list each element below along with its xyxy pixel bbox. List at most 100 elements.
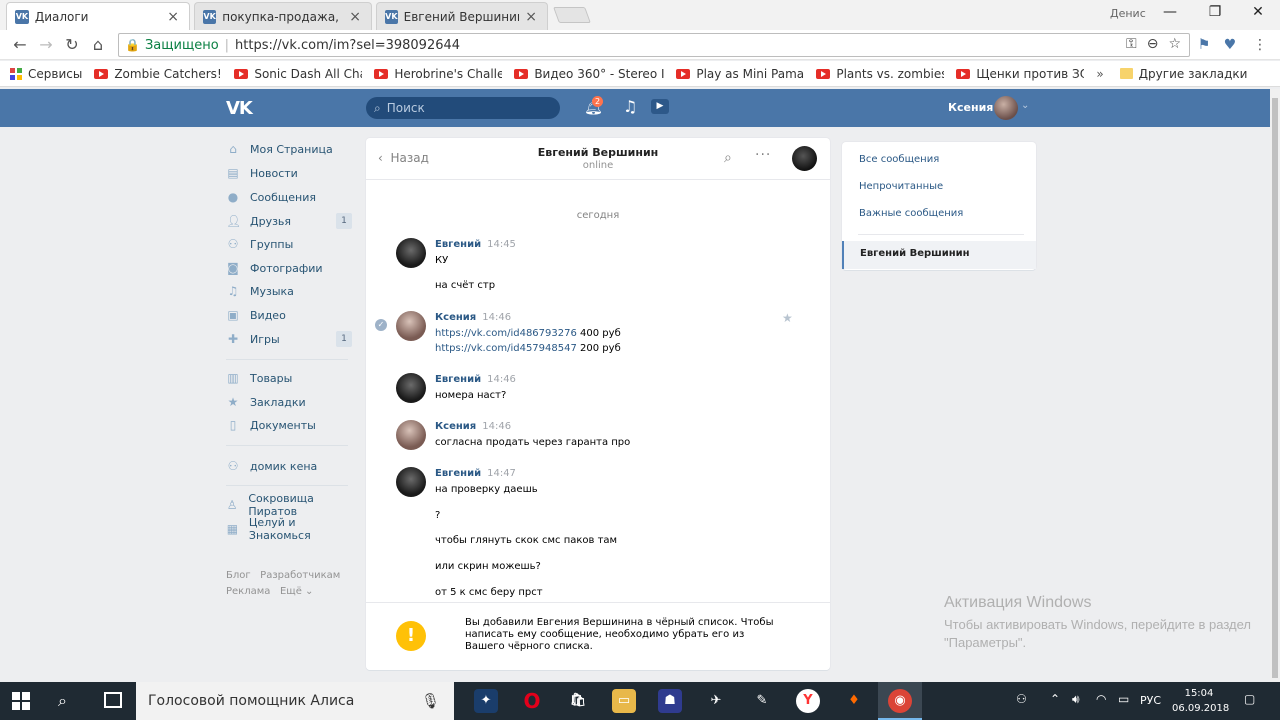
filter-important[interactable]: Важные сообщения bbox=[859, 208, 963, 219]
yandex-browser-icon[interactable]: Y bbox=[796, 689, 820, 713]
chevron-down-icon[interactable]: ⌄ bbox=[1021, 100, 1029, 111]
sidebar-item-groups[interactable]: ⚇ Группы bbox=[226, 233, 352, 255]
address-bar[interactable]: 🔒 Защищено | https://vk.com/im?sel=39809… bbox=[118, 33, 1190, 57]
task-view-icon[interactable] bbox=[104, 692, 122, 708]
tab-purchase-sale[interactable]: VK покупка-продажа, купля × bbox=[194, 2, 372, 30]
file-explorer-icon[interactable]: ▭ bbox=[612, 689, 636, 713]
avatar[interactable] bbox=[994, 96, 1018, 120]
sidebar-item-news[interactable]: ▤ Новости bbox=[226, 162, 352, 184]
footer-link-ads[interactable]: Реклама bbox=[226, 586, 270, 597]
filter-unread[interactable]: Непрочитанные bbox=[859, 181, 943, 192]
music-note-icon[interactable]: ♫ bbox=[623, 97, 637, 116]
key-icon[interactable]: ⚿ bbox=[1126, 36, 1137, 52]
notifications-icon[interactable]: ▢ bbox=[1244, 692, 1255, 706]
forward-arrow-icon[interactable]: → bbox=[36, 35, 56, 55]
sidebar-item-pirates[interactable]: ♙ Сокровища Пиратов bbox=[226, 492, 352, 518]
footer-link-blog[interactable]: Блог bbox=[226, 570, 251, 581]
bookmarks-more-button[interactable]: » bbox=[1096, 67, 1103, 81]
avatar[interactable] bbox=[396, 467, 426, 497]
avatar[interactable] bbox=[396, 373, 426, 403]
battery-icon[interactable]: ▭ bbox=[1118, 692, 1129, 706]
avatar[interactable] bbox=[396, 238, 426, 268]
close-icon[interactable]: × bbox=[349, 9, 361, 25]
author-name[interactable]: Ксения bbox=[435, 312, 476, 323]
message-link[interactable]: https://vk.com/id457948547 bbox=[435, 343, 577, 354]
assistant-search-box[interactable]: Голосовой помощник Алиса 🎙︎ bbox=[136, 682, 454, 720]
bookmark-item[interactable]: Щенки против ЗОМ bbox=[956, 67, 1084, 81]
avatar[interactable] bbox=[396, 311, 426, 341]
star-icon[interactable]: ★ bbox=[782, 311, 793, 325]
sidebar-item-games[interactable]: ✚ Игры 1 bbox=[226, 328, 352, 350]
extension-flag-icon[interactable]: ⚑ bbox=[1194, 35, 1214, 55]
window-user-name[interactable]: Денис bbox=[1110, 7, 1146, 20]
system-clock[interactable]: 15:04 06.09.2018 bbox=[1172, 686, 1229, 716]
microphone-icon[interactable]: 🎙︎ bbox=[421, 692, 440, 710]
language-indicator[interactable]: РУС bbox=[1140, 694, 1161, 707]
scrollbar-thumb[interactable] bbox=[1272, 98, 1278, 678]
sidebar-item-photos[interactable]: ◙ Фотографии bbox=[226, 257, 352, 279]
more-icon[interactable]: ··· bbox=[755, 147, 771, 163]
message-link[interactable]: https://vk.com/id486793276 bbox=[435, 328, 577, 339]
taskbar-app-icon[interactable]: ✦ bbox=[474, 689, 498, 713]
sidebar-item-goods[interactable]: ▥ Товары bbox=[226, 367, 352, 389]
bookmark-item[interactable]: Sonic Dash All Chara bbox=[234, 67, 362, 81]
bookmark-item[interactable]: Zombie Catchers! Tra bbox=[94, 67, 222, 81]
close-window-icon[interactable]: ✕ bbox=[1248, 4, 1268, 20]
back-arrow-icon[interactable]: ← bbox=[10, 35, 30, 55]
bookmark-item[interactable]: Видео 360° - Stereo I bbox=[514, 67, 664, 81]
sidebar-item-video[interactable]: ▣ Видео bbox=[226, 304, 352, 326]
zoom-icon[interactable]: ⊖ bbox=[1147, 36, 1159, 52]
filter-all-messages[interactable]: Все сообщения bbox=[859, 154, 939, 165]
sidebar-item-messages[interactable]: ● Сообщения bbox=[226, 186, 352, 208]
play-icon[interactable]: ▶ bbox=[651, 99, 669, 114]
chrome-icon[interactable]: ◉ bbox=[888, 689, 912, 713]
taskbar-app-icon[interactable]: ♦ bbox=[842, 689, 866, 713]
avatar[interactable] bbox=[792, 146, 817, 171]
wifi-icon[interactable]: ◠ bbox=[1096, 692, 1106, 706]
menu-kebab-icon[interactable]: ⋮ bbox=[1250, 35, 1270, 55]
close-icon[interactable]: × bbox=[167, 9, 179, 25]
author-name[interactable]: Ксения bbox=[435, 421, 476, 432]
bookmark-item[interactable]: Herobrine's Challeng bbox=[374, 67, 502, 81]
home-icon[interactable]: ⌂ bbox=[88, 35, 108, 55]
vk-logo-icon[interactable]: VK bbox=[226, 98, 253, 119]
check-icon[interactable]: ✓ bbox=[375, 319, 387, 331]
author-name[interactable]: Евгений bbox=[435, 374, 481, 385]
store-icon[interactable]: 🛍︎ bbox=[566, 689, 590, 713]
tab-evgeny[interactable]: VK Евгений Вершинин × bbox=[376, 2, 548, 30]
sidebar-item-friends[interactable]: 👤︎ Друзья 1 bbox=[226, 210, 352, 232]
author-name[interactable]: Евгений bbox=[435, 468, 481, 479]
other-bookmarks-folder[interactable]: Другие закладки bbox=[1119, 67, 1247, 81]
sidebar-item-my-page[interactable]: ⌂ Моя Страница bbox=[226, 138, 352, 160]
sidebar-item-group-dommik[interactable]: ⚇ домик кена bbox=[226, 455, 352, 477]
footer-link-more[interactable]: Ещё ⌄ bbox=[280, 586, 313, 597]
sidebar-item-bookmarks[interactable]: ★ Закладки bbox=[226, 391, 352, 413]
windows-start-icon[interactable] bbox=[12, 692, 30, 710]
minimize-icon[interactable]: — bbox=[1160, 4, 1180, 20]
sidebar-item-kiss-app[interactable]: ▦ Целуй и Знакомься bbox=[226, 516, 352, 542]
message-author[interactable]: Ксения 14:46 bbox=[435, 312, 511, 323]
active-dialog-item[interactable]: Евгений Вершинин bbox=[842, 241, 1036, 269]
bookmark-item[interactable]: Plants vs. zombies CA bbox=[816, 67, 944, 81]
search-input[interactable]: ⌕ Поиск bbox=[366, 97, 560, 119]
sidebar-item-documents[interactable]: ▯ Документы bbox=[226, 414, 352, 436]
sidebar-item-music[interactable]: ♫ Музыка bbox=[226, 280, 352, 302]
footer-link-developers[interactable]: Разработчикам bbox=[260, 570, 340, 581]
close-icon[interactable]: × bbox=[525, 9, 537, 25]
extension-heart-icon[interactable]: ♥ bbox=[1220, 35, 1240, 55]
volume-icon[interactable]: 🔊︎ bbox=[1072, 692, 1080, 707]
tab-dialogs[interactable]: VK Диалоги × bbox=[6, 2, 190, 30]
url-text[interactable]: https://vk.com/im?sel=398092644 bbox=[235, 38, 460, 53]
new-tab-button[interactable] bbox=[553, 7, 591, 23]
message-author[interactable]: Ксения 14:46 bbox=[435, 421, 511, 432]
taskbar-app-icon[interactable]: ✎ bbox=[750, 689, 774, 713]
search-icon[interactable]: ⌕ bbox=[724, 150, 732, 166]
bookmark-star-icon[interactable]: ☆ bbox=[1168, 36, 1181, 52]
author-name[interactable]: Евгений bbox=[435, 239, 481, 250]
bookmark-item[interactable]: Play as Mini Pama! M bbox=[676, 67, 804, 81]
maximize-icon[interactable]: ❐ bbox=[1205, 4, 1225, 20]
message-author[interactable]: Евгений 14:45 bbox=[435, 239, 516, 250]
chevron-up-icon[interactable]: ⌃ bbox=[1050, 692, 1060, 706]
avatar[interactable] bbox=[396, 420, 426, 450]
taskbar-app-icon[interactable]: ☗ bbox=[658, 689, 682, 713]
